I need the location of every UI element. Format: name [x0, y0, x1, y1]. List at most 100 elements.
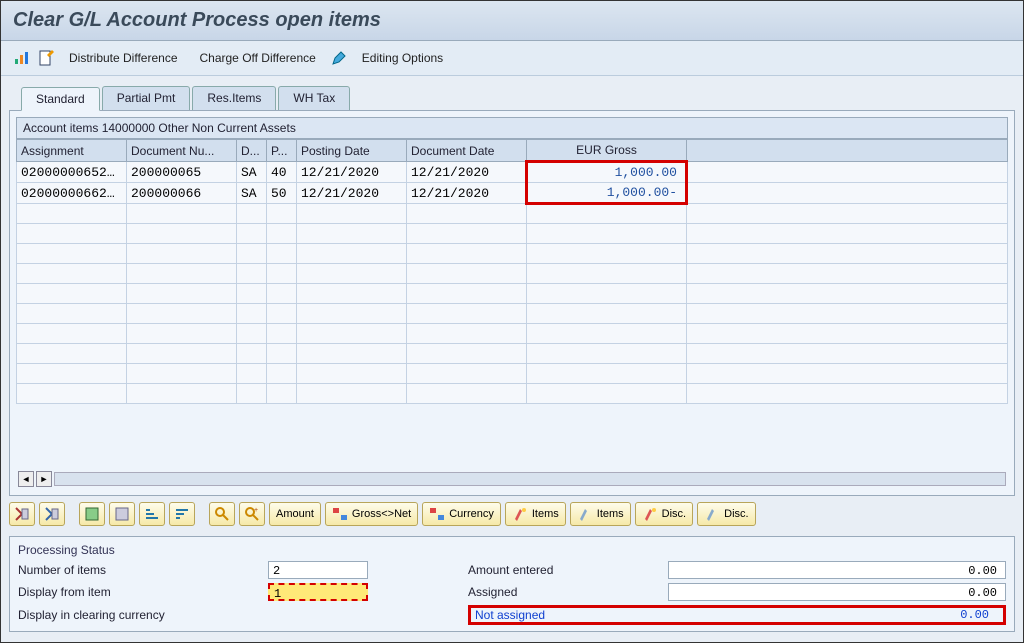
amount-entered-label: Amount entered — [468, 563, 668, 577]
table-cell[interactable]: 50 — [267, 183, 297, 204]
processing-status-panel: Processing Status Number of items 2 Amou… — [9, 536, 1015, 632]
scroll-left-icon[interactable]: ◄ — [18, 471, 34, 487]
table-cell[interactable]: SA — [237, 162, 267, 183]
tab-wh-tax[interactable]: WH Tax — [278, 86, 350, 110]
find-button[interactable] — [209, 502, 235, 526]
select-all-button[interactable] — [9, 502, 35, 526]
deselect-block-button[interactable] — [109, 502, 135, 526]
table-cell[interactable]: 12/21/2020 — [407, 162, 527, 183]
table-cell-empty — [17, 324, 127, 344]
items-off-button[interactable]: Items — [570, 502, 631, 526]
table-cell[interactable]: 02000000662… — [17, 183, 127, 204]
not-assigned-value: 0.00 — [960, 608, 997, 622]
table-cell-empty — [127, 324, 237, 344]
table-cell[interactable]: 02000000652… — [17, 162, 127, 183]
table-cell-empty — [267, 384, 297, 404]
table-row[interactable]: 02000000662…200000066SA5012/21/202012/21… — [17, 183, 1008, 204]
items-on-button[interactable]: Items — [505, 502, 566, 526]
disc-off-button[interactable]: Disc. — [697, 502, 755, 526]
distribute-difference-button[interactable]: Distribute Difference — [61, 49, 186, 67]
amount-label: Amount — [276, 508, 314, 520]
editing-options-button[interactable]: Editing Options — [354, 49, 451, 67]
disc-off-label: Disc. — [724, 508, 748, 520]
tab-partial-pmt[interactable]: Partial Pmt — [102, 86, 191, 110]
title-bar: Clear G/L Account Process open items — [1, 1, 1023, 41]
table-cell-empty — [267, 264, 297, 284]
table-cell-empty — [237, 324, 267, 344]
currency-button[interactable]: Currency — [422, 502, 501, 526]
table-row[interactable]: 02000000652…200000065SA4012/21/202012/21… — [17, 162, 1008, 183]
svg-text:+: + — [254, 507, 258, 514]
table-cell-empty — [17, 284, 127, 304]
table-cell-empty — [127, 344, 237, 364]
assigned-value: 0.00 — [668, 583, 1006, 601]
table-cell-empty — [297, 244, 407, 264]
table-cell-empty — [237, 384, 267, 404]
col-document-number[interactable]: Document Nu... — [127, 140, 237, 162]
disc-on-button[interactable]: Disc. — [635, 502, 693, 526]
charge-off-difference-button[interactable]: Charge Off Difference — [192, 49, 324, 67]
page-title: Clear G/L Account Process open items — [13, 9, 1011, 32]
table-cell-empty — [267, 244, 297, 264]
edit-doc-icon[interactable] — [37, 49, 55, 67]
table-cell-empty — [127, 224, 237, 244]
tab-standard[interactable]: Standard — [21, 87, 100, 111]
amount-cell[interactable]: 1,000.00 — [527, 162, 687, 183]
table-cell-empty — [127, 284, 237, 304]
gross-net-label: Gross<>Net — [352, 508, 411, 520]
num-items-value: 2 — [268, 561, 368, 579]
table-cell-empty — [407, 284, 527, 304]
not-assigned-row: Not assigned 0.00 — [468, 605, 1006, 625]
table-cell-empty — [267, 284, 297, 304]
display-from-label: Display from item — [18, 585, 268, 599]
scroll-track[interactable] — [54, 472, 1006, 486]
table-cell-empty — [527, 304, 687, 324]
horizontal-scroll: ◄ ► — [16, 469, 1008, 489]
table-cell-empty — [297, 284, 407, 304]
table-cell[interactable]: SA — [237, 183, 267, 204]
table-cell-empty — [297, 364, 407, 384]
gross-net-button[interactable]: Gross<>Net — [325, 502, 418, 526]
table-cell[interactable]: 200000066 — [127, 183, 237, 204]
table-cell-empty — [297, 204, 407, 224]
table-cell-empty — [687, 224, 1008, 244]
deselect-all-button[interactable] — [39, 502, 65, 526]
pencil-icon[interactable] — [330, 49, 348, 67]
display-from-input[interactable]: 1 — [268, 583, 368, 601]
col-posting-key[interactable]: P... — [267, 140, 297, 162]
sort-desc-button[interactable] — [169, 502, 195, 526]
disc-on-label: Disc. — [662, 508, 686, 520]
table-cell[interactable]: 12/21/2020 — [407, 183, 527, 204]
items-off-label: Items — [597, 508, 624, 520]
col-assignment[interactable]: Assignment — [17, 140, 127, 162]
table-cell-empty — [17, 384, 127, 404]
table-cell[interactable]: 12/21/2020 — [297, 183, 407, 204]
table-cell-empty — [127, 244, 237, 264]
sort-asc-button[interactable] — [139, 502, 165, 526]
col-eur-gross[interactable]: EUR Gross — [527, 140, 687, 162]
col-document-date[interactable]: Document Date — [407, 140, 527, 162]
table-cell-empty — [407, 224, 527, 244]
amount-cell[interactable]: 1,000.00- — [527, 183, 687, 204]
table-cell-empty — [687, 384, 1008, 404]
table-cell-empty — [527, 384, 687, 404]
table-row-empty — [17, 364, 1008, 384]
table-cell[interactable]: 200000065 — [127, 162, 237, 183]
table-cell-empty — [687, 344, 1008, 364]
table-cell-empty — [407, 364, 527, 384]
col-doc-type[interactable]: D... — [237, 140, 267, 162]
table-cell-empty — [17, 304, 127, 324]
find-next-button[interactable]: + — [239, 502, 265, 526]
tab-res-items[interactable]: Res.Items — [192, 86, 276, 110]
select-block-button[interactable] — [79, 502, 105, 526]
table-cell[interactable]: 40 — [267, 162, 297, 183]
scroll-right-icon[interactable]: ► — [36, 471, 52, 487]
table-cell-empty — [687, 264, 1008, 284]
amount-button[interactable]: Amount — [269, 502, 321, 526]
table-cell-empty — [407, 304, 527, 324]
chart-icon[interactable] — [13, 49, 31, 67]
table-cell-empty — [297, 264, 407, 284]
table-cell[interactable]: 12/21/2020 — [297, 162, 407, 183]
table-cell-empty — [297, 304, 407, 324]
col-posting-date[interactable]: Posting Date — [297, 140, 407, 162]
